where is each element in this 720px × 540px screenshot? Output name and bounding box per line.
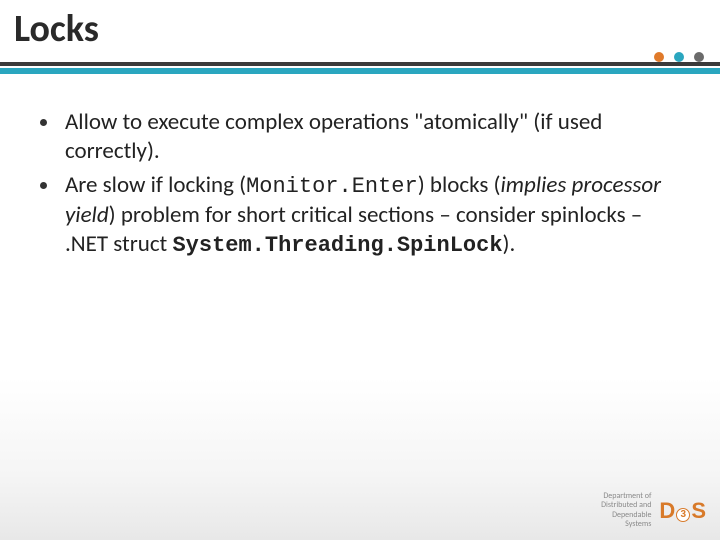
bullet-item: Allow to execute complex operations "ato… xyxy=(40,108,680,167)
bullet-text: Are slow if locking (Monitor.Enter) bloc… xyxy=(65,171,680,261)
dot-icon xyxy=(654,52,664,62)
slide: Locks Allow to execute complex operation… xyxy=(0,0,720,540)
corner-dots xyxy=(654,52,704,62)
dot-icon xyxy=(674,52,684,62)
dept-line: Systems xyxy=(601,520,651,530)
dot-icon xyxy=(694,52,704,62)
logo-digit-3: 3 xyxy=(676,508,690,522)
segment: Allow to execute complex operations "ato… xyxy=(65,108,602,165)
footer: Department of Distributed and Dependable… xyxy=(601,492,706,530)
segment: ). xyxy=(503,230,516,258)
title-rule xyxy=(0,62,720,74)
bullet-marker-icon xyxy=(40,182,47,189)
segment: Are slow if locking ( xyxy=(65,171,246,199)
page-title: Locks xyxy=(14,6,99,52)
department-label: Department of Distributed and Dependable… xyxy=(601,492,651,530)
segment-mono-bold: System.Threading.SpinLock xyxy=(172,233,502,258)
logo-letter-d: D xyxy=(659,498,675,524)
rule-teal xyxy=(0,68,720,74)
rule-dark xyxy=(0,62,720,66)
segment-mono: Monitor.Enter xyxy=(246,174,418,199)
segment: ) blocks ( xyxy=(418,171,501,199)
bullet-text: Allow to execute complex operations "ato… xyxy=(65,108,680,167)
d3s-logo: D 3 S xyxy=(659,498,706,524)
logo-letter-s: S xyxy=(691,498,706,524)
bullet-item: Are slow if locking (Monitor.Enter) bloc… xyxy=(40,171,680,261)
bullet-marker-icon xyxy=(40,119,47,126)
content-area: Allow to execute complex operations "ato… xyxy=(40,108,680,265)
